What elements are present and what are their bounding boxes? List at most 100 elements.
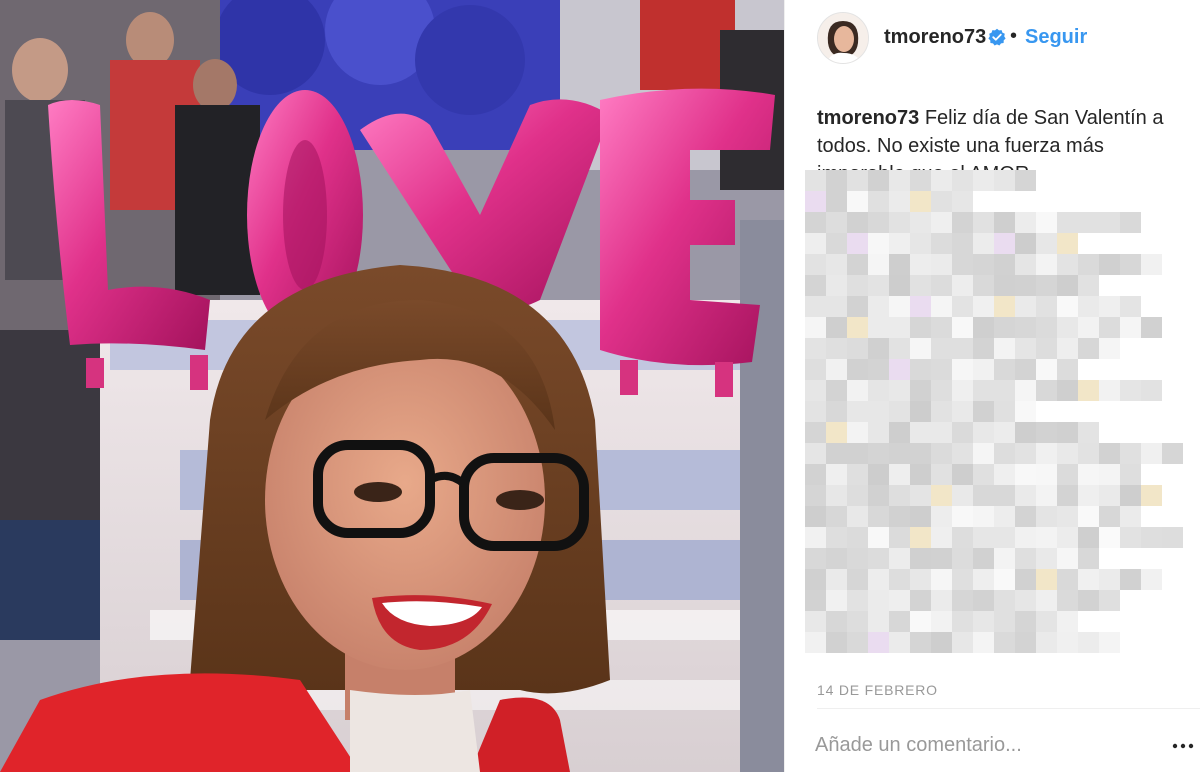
caption-username[interactable]: tmoreno73 xyxy=(817,107,919,129)
pixel-block xyxy=(805,401,826,422)
pixel-block xyxy=(1099,380,1120,401)
pixel-block xyxy=(973,212,994,233)
pixel-block xyxy=(1120,569,1141,590)
pixel-block xyxy=(1099,338,1120,359)
pixel-block xyxy=(910,464,931,485)
pixel-block xyxy=(826,485,847,506)
pixel-block xyxy=(826,338,847,359)
pixel-block xyxy=(889,275,910,296)
pixel-block xyxy=(805,275,826,296)
comment-input[interactable] xyxy=(813,726,1157,764)
avatar[interactable] xyxy=(817,12,869,64)
pixel-block xyxy=(868,338,889,359)
post-photo[interactable] xyxy=(0,0,784,772)
pixel-block xyxy=(1057,485,1078,506)
pixel-block xyxy=(1057,464,1078,485)
pixel-block xyxy=(931,296,952,317)
pixel-block xyxy=(1078,338,1099,359)
username[interactable]: tmoreno73 xyxy=(884,26,986,49)
pixel-block xyxy=(910,548,931,569)
pixel-block xyxy=(1015,422,1036,443)
pixel-block xyxy=(826,170,847,191)
pixel-block xyxy=(931,254,952,275)
pixel-block xyxy=(826,548,847,569)
pixel-block xyxy=(1015,401,1036,422)
pixel-block xyxy=(910,590,931,611)
pixel-block xyxy=(889,254,910,275)
pixel-block xyxy=(847,254,868,275)
pixel-block xyxy=(1057,443,1078,464)
pixel-block xyxy=(973,275,994,296)
pixel-block xyxy=(952,632,973,653)
pixel-block xyxy=(994,443,1015,464)
pixel-block xyxy=(952,317,973,338)
pixel-block xyxy=(805,443,826,464)
pixel-block xyxy=(868,506,889,527)
post-date[interactable]: 14 DE FEBRERO xyxy=(817,682,938,698)
more-options-icon[interactable] xyxy=(1171,734,1195,758)
pixel-block xyxy=(868,380,889,401)
pixel-block xyxy=(1036,275,1057,296)
pixel-block xyxy=(847,233,868,254)
pixel-block xyxy=(1057,506,1078,527)
pixel-block xyxy=(1015,254,1036,275)
follow-button[interactable]: Seguir xyxy=(1025,26,1087,49)
pixel-block xyxy=(889,401,910,422)
pixel-block xyxy=(868,485,889,506)
pixel-block xyxy=(826,380,847,401)
pixel-block xyxy=(1057,548,1078,569)
pixel-block xyxy=(910,506,931,527)
pixel-block xyxy=(994,506,1015,527)
pixel-block xyxy=(1141,527,1162,548)
pixel-block xyxy=(952,611,973,632)
pixel-block xyxy=(994,170,1015,191)
pixel-block xyxy=(973,170,994,191)
pixel-block xyxy=(910,170,931,191)
pixel-block xyxy=(994,254,1015,275)
pixel-block xyxy=(1057,254,1078,275)
pixel-block xyxy=(1015,317,1036,338)
pixel-block xyxy=(1036,422,1057,443)
pixel-block xyxy=(1036,296,1057,317)
pixel-block xyxy=(973,317,994,338)
pixel-block xyxy=(931,506,952,527)
pixel-block xyxy=(847,212,868,233)
pixel-block xyxy=(847,590,868,611)
pixel-block xyxy=(931,338,952,359)
pixel-block xyxy=(889,485,910,506)
pixel-block xyxy=(847,401,868,422)
pixel-block xyxy=(1057,422,1078,443)
pixel-block xyxy=(931,380,952,401)
pixel-block xyxy=(994,548,1015,569)
pixel-block xyxy=(952,506,973,527)
pixel-block xyxy=(1015,212,1036,233)
pixel-block xyxy=(1141,254,1162,275)
pixel-block xyxy=(1015,632,1036,653)
pixel-block xyxy=(952,359,973,380)
pixel-block xyxy=(952,401,973,422)
pixel-block xyxy=(1141,380,1162,401)
pixel-block xyxy=(868,191,889,212)
pixel-block xyxy=(1078,632,1099,653)
pixel-block xyxy=(952,212,973,233)
pixel-block xyxy=(1015,170,1036,191)
pixel-block xyxy=(1078,443,1099,464)
pixel-block xyxy=(826,506,847,527)
pixel-block xyxy=(847,485,868,506)
pixel-block xyxy=(910,569,931,590)
pixel-block xyxy=(931,464,952,485)
pixel-block xyxy=(973,506,994,527)
pixel-block xyxy=(889,422,910,443)
pixel-block xyxy=(1078,527,1099,548)
pixel-block xyxy=(1120,506,1141,527)
pixel-block xyxy=(826,527,847,548)
pixel-block xyxy=(1120,380,1141,401)
pixel-block xyxy=(994,422,1015,443)
pixel-block xyxy=(973,548,994,569)
pixel-block xyxy=(868,296,889,317)
pixel-block xyxy=(931,422,952,443)
pixel-block xyxy=(889,527,910,548)
pixel-block xyxy=(1078,275,1099,296)
pixel-block xyxy=(889,359,910,380)
pixel-block xyxy=(1057,611,1078,632)
